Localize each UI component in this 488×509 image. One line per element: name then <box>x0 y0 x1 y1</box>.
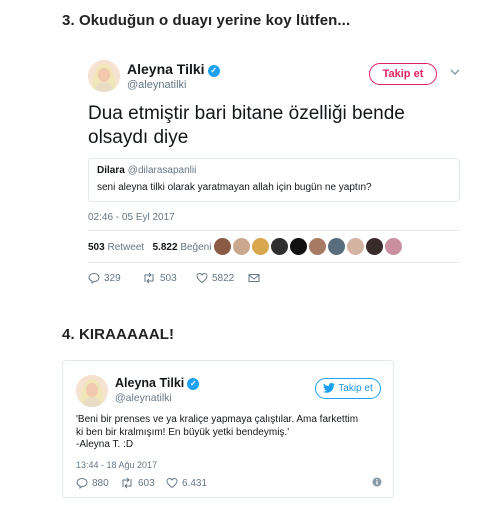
info-icon[interactable] <box>372 477 382 490</box>
tweet-actions: 880 603 6.431 <box>76 477 382 491</box>
section-heading-3: 3. Okuduğun o duayı yerine koy lütfen... <box>62 12 351 29</box>
author-name[interactable]: Aleyna Tilki ✓ <box>115 376 200 390</box>
retweet-icon <box>144 272 154 284</box>
liker-avatar[interactable] <box>385 238 402 255</box>
liker-avatar[interactable] <box>233 238 250 255</box>
author-name[interactable]: Aleyna Tilki ✓ <box>127 61 220 77</box>
reply-button[interactable]: 329 <box>88 272 121 284</box>
avatar[interactable] <box>76 375 108 407</box>
tweet-card-1: Aleyna Tilki ✓ @aleynatilki Takip et Dua … <box>62 40 472 300</box>
envelope-icon <box>248 274 260 282</box>
verified-badge-icon: ✓ <box>187 378 200 390</box>
engagement-stats: 503 Retweet 5.822 Beğeni <box>88 242 212 253</box>
verified-badge-icon: ✓ <box>207 65 220 77</box>
twitter-bird-icon <box>323 383 336 393</box>
reply-icon <box>88 272 100 284</box>
like-button[interactable]: 5822 <box>196 272 234 284</box>
liker-avatars <box>214 238 404 256</box>
tweet-text: 'Beni bir prenses ve ya kraliçe yapmaya … <box>76 414 359 450</box>
retweet-icon <box>122 477 132 489</box>
tweet-text: Dua etmiştir bari bitane özelliği bende … <box>88 103 405 148</box>
like-button[interactable]: 6.431 <box>166 477 207 489</box>
reply-button[interactable]: 880 <box>76 477 109 489</box>
follow-button[interactable]: Takip et <box>369 63 437 85</box>
timestamp[interactable]: 02:46 - 05 Eyl 2017 <box>88 212 175 223</box>
liker-avatar[interactable] <box>347 238 364 255</box>
reply-icon <box>76 477 88 489</box>
liker-avatar[interactable] <box>328 238 345 255</box>
quoted-tweet[interactable]: Dilara @dilarasapanlii seni aleyna tilki … <box>88 158 460 202</box>
liker-avatar[interactable] <box>290 238 307 255</box>
liker-avatar[interactable] <box>214 238 231 255</box>
follow-button[interactable]: Takip et <box>315 378 381 399</box>
tweet-card-2: Aleyna Tilki ✓ @aleynatilki Takip et 'Ben… <box>62 360 394 498</box>
section-heading-4: 4. KIRAAAAAL! <box>62 326 175 343</box>
liker-avatar[interactable] <box>366 238 383 255</box>
quoted-text: seni aleyna tilki olarak yaratmayan alla… <box>97 182 372 193</box>
retweet-button[interactable]: 503 <box>142 272 177 284</box>
avatar-image <box>88 60 120 92</box>
dm-button[interactable] <box>248 272 264 284</box>
retweet-button[interactable]: 603 <box>120 477 155 489</box>
heart-icon <box>166 477 178 489</box>
divider <box>88 230 460 231</box>
heart-icon <box>196 272 208 284</box>
chevron-down-icon[interactable] <box>450 67 460 77</box>
author-handle[interactable]: @aleynatilki <box>115 392 172 404</box>
liker-avatar[interactable] <box>271 238 288 255</box>
quoted-author: Dilara @dilarasapanlii <box>97 165 197 176</box>
avatar-image <box>76 375 108 407</box>
avatar[interactable] <box>88 60 120 92</box>
liker-avatar[interactable] <box>252 238 269 255</box>
timestamp[interactable]: 13:44 - 18 Ağu 2017 <box>76 460 157 470</box>
divider <box>88 262 460 263</box>
liker-avatar[interactable] <box>309 238 326 255</box>
author-handle[interactable]: @aleynatilki <box>127 79 186 91</box>
